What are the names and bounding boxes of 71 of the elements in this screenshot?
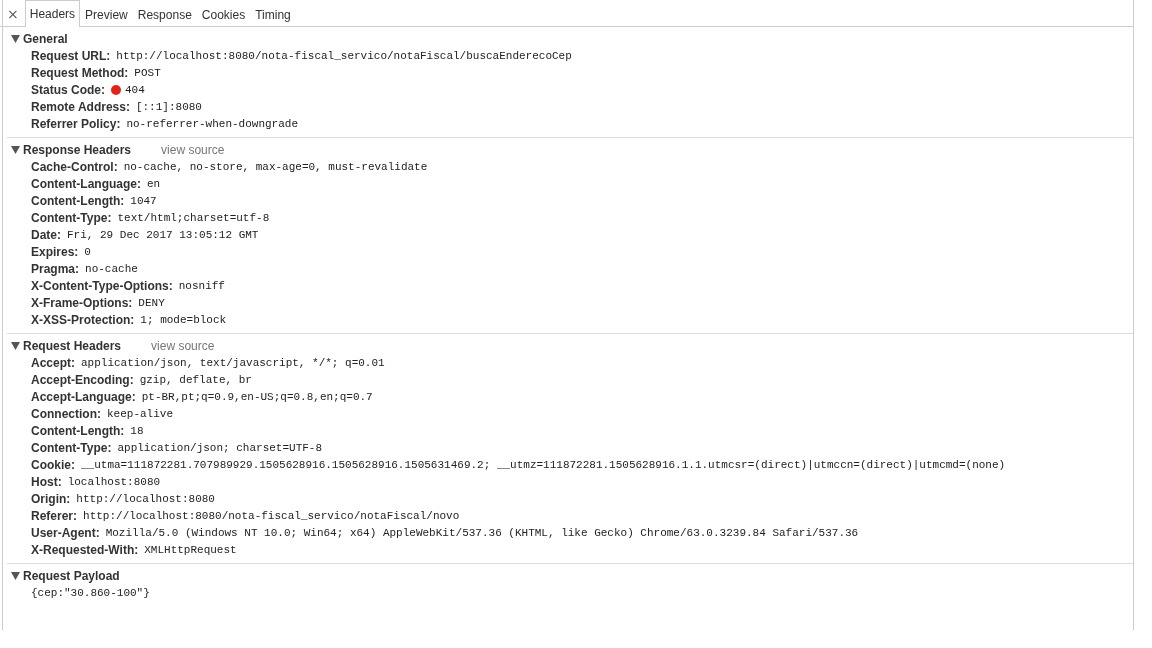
section-title[interactable]: Request Payload: [23, 568, 120, 583]
header-name: Date:: [31, 227, 61, 242]
header-name: Expires:: [31, 244, 79, 259]
header-value: XMLHttpRequest: [144, 543, 237, 556]
header-name: X-Frame-Options:: [31, 295, 133, 310]
header-name: Referrer Policy:: [31, 116, 121, 131]
header-value: no-cache, no-store, max-age=0, must-revalidate: [123, 160, 428, 173]
payload-text: {cep:"30.860-100"}: [31, 586, 150, 599]
header-value: 1047: [130, 194, 157, 207]
disclosure-triangle-icon[interactable]: [11, 341, 20, 350]
disclosure-triangle-icon[interactable]: [11, 145, 20, 154]
header-value: 0: [84, 245, 91, 258]
disclosure-triangle-icon[interactable]: [11, 571, 20, 580]
tab[interactable]: Headers: [24, 0, 81, 27]
header-name: Accept-Language:: [31, 389, 136, 404]
header-name: Cookie:: [31, 457, 75, 472]
disclosure-triangle-icon[interactable]: [11, 34, 20, 43]
header-name: Content-Language:: [31, 176, 141, 191]
header-value: nosniff: [178, 279, 225, 292]
header-value: no-cache: [85, 262, 138, 275]
header-value: application/json; charset=UTF-8: [117, 441, 323, 454]
header-name: User-Agent:: [31, 525, 100, 540]
header-value: http://localhost:8080: [76, 492, 215, 505]
header-value: localhost:8080: [67, 475, 161, 488]
section-title[interactable]: General: [23, 31, 68, 46]
header-name: Content-Type:: [31, 210, 112, 225]
header-value: Mozilla/5.0 (Windows NT 10.0; Win64; x64) AppleWebKit/537.36 (KHTML, like Gecko) Chrome/63.0.3239.84 Safari/537.36: [105, 526, 859, 539]
header-name: Content-Type:: [31, 440, 112, 455]
header-value: http://localhost:8080/nota-fiscal_servico/notaFiscal/novo: [83, 509, 460, 522]
header-value: POST: [134, 66, 161, 79]
header-name: Accept:: [31, 355, 75, 370]
close-button[interactable]: ×: [3, 6, 25, 26]
header-name: Referer:: [31, 508, 78, 523]
header-name: Cache-Control:: [31, 159, 118, 174]
header-value: application/json, text/javascript, */*; q=0.01: [81, 356, 385, 369]
tab[interactable]: Preview: [80, 2, 133, 27]
tab[interactable]: Cookies: [196, 2, 251, 27]
header-name: Request Method:: [31, 65, 129, 80]
section-title[interactable]: Response Headers: [23, 142, 132, 157]
header-name: Connection:: [31, 406, 101, 421]
header-name: Request URL:: [31, 48, 111, 63]
header-name: Pragma:: [31, 261, 80, 276]
header-value: 404: [125, 83, 145, 96]
header-value: no-referrer-when-downgrade: [126, 117, 298, 130]
header-value: __utma=111872281.707989929.1505628916.1505628916.1505631469.2; __utmz=111872281.1505628916.1.1.utmcsr=(direct)|utmccn=(direct)|utmcmd=(none): [81, 458, 1006, 471]
tab[interactable]: Response: [132, 2, 197, 27]
section-title[interactable]: Request Headers: [23, 338, 122, 353]
header-value: 1; mode=block: [140, 313, 227, 326]
header-value: pt-BR,pt;q=0.9,en-US;q=0.8,en;q=0.7: [141, 390, 373, 403]
header-value: http://localhost:8080/nota-fiscal_servico/notaFiscal/buscaEnderecoCep: [116, 49, 572, 62]
view-source-link[interactable]: view source: [151, 338, 215, 353]
header-value: keep-alive: [107, 407, 173, 420]
header-name: Remote Address:: [31, 99, 130, 114]
view-source-link[interactable]: view source: [161, 142, 225, 157]
header-value: Fri, 29 Dec 2017 13:05:12 GMT: [67, 228, 259, 241]
header-name: Status Code:: [31, 82, 105, 97]
header-value: DENY: [138, 296, 165, 309]
header-name: Content-Length:: [31, 193, 125, 208]
header-value: text/html;charset=utf-8: [117, 211, 270, 224]
header-name: Content-Length:: [31, 423, 125, 438]
header-name: X-XSS-Protection:: [31, 312, 135, 327]
header-name: Host:: [31, 474, 62, 489]
header-name: Origin:: [31, 491, 71, 506]
header-value: [::1]:8080: [135, 100, 202, 113]
header-name: Accept-Encoding:: [31, 372, 134, 387]
header-value: 18: [130, 424, 144, 437]
header-value: gzip, deflate, br: [139, 373, 252, 386]
header-value: en: [147, 177, 161, 190]
tab[interactable]: Timing: [250, 2, 296, 27]
header-name: X-Content-Type-Options:: [31, 278, 173, 293]
header-name: X-Requested-With:: [31, 542, 139, 557]
